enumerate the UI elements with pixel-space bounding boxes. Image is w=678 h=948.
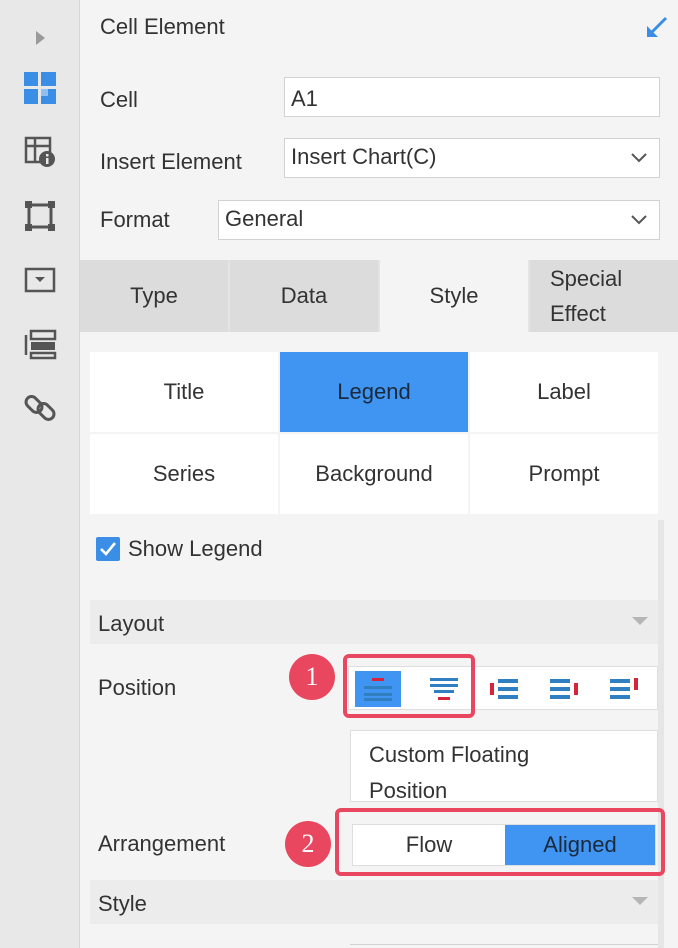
legend-right-icon[interactable] [541,671,587,707]
subtab-background[interactable]: Background [280,434,468,514]
tab-type[interactable]: Type [80,260,228,332]
style-section-header[interactable]: Style [90,880,658,924]
tab-special-effect-line1: Special [550,266,623,291]
style-subtabs: Title Legend Label Series Background Pro… [90,352,660,514]
component-icon[interactable] [20,324,60,364]
float-element-icon[interactable] [20,196,60,236]
position-label: Position [98,675,177,700]
scrollbar[interactable] [658,520,664,948]
chevron-down-icon[interactable] [619,139,659,177]
cell-input[interactable]: A1 [284,77,660,117]
layout-section-title: Layout [98,611,165,636]
insert-element-value: Insert Chart(C) [291,144,437,169]
highlight-box-1 [343,654,475,718]
subtab-label[interactable]: Label [470,352,658,432]
annotation-badge-1: 1 [289,654,335,700]
subtab-series[interactable]: Series [90,434,278,514]
cell-label: Cell [100,87,138,112]
tab-special-effect[interactable]: Special Effect [530,260,678,332]
chevron-down-icon[interactable] [619,201,659,239]
collapse-arrow-icon[interactable] [644,14,670,46]
tab-special-effect-line2: Effect [550,301,606,326]
tab-data[interactable]: Data [230,260,378,332]
panel-title: Cell Element [100,14,225,39]
cell-element-icon[interactable] [20,68,60,108]
tab-style[interactable]: Style [380,260,528,332]
show-legend-label: Show Legend [128,536,263,561]
chevron-down-icon [632,897,648,905]
insert-element-select[interactable]: Insert Chart(C) [284,138,660,178]
arrangement-label: Arrangement [98,831,226,856]
hyperlink-icon[interactable] [20,388,60,428]
format-select[interactable]: General [218,200,660,240]
cell-attribute-icon[interactable] [20,132,60,172]
subtab-legend[interactable]: Legend [280,352,468,432]
cell-element-panel: Cell Element Cell A1 Insert Element Inse… [80,0,678,948]
layout-section-header[interactable]: Layout [90,600,658,644]
highlight-box-2 [335,808,665,876]
annotation-badge-2: 2 [285,821,331,867]
custom-floating-line2: Position [369,778,448,803]
custom-floating-line1: Custom Floating [369,742,530,767]
legend-top-right-icon[interactable] [601,671,647,707]
widget-icon[interactable] [20,260,60,300]
checkmark-icon [100,542,117,556]
left-rail [0,0,80,948]
show-legend-checkbox[interactable] [96,537,120,561]
format-label: Format [100,207,170,232]
insert-element-label: Insert Element [100,149,242,174]
custom-floating-position-button[interactable]: Custom Floating Position [350,730,658,803]
show-legend-row[interactable]: Show Legend [96,534,263,564]
subtab-prompt[interactable]: Prompt [470,434,658,514]
style-section-title: Style [98,891,147,916]
subtab-title[interactable]: Title [90,352,278,432]
chevron-down-icon [632,617,648,625]
panel-header: Cell Element [80,0,678,58]
expand-arrow-icon[interactable] [20,18,60,58]
style-field-partial [350,944,658,948]
format-value: General [225,206,304,231]
legend-left-icon[interactable] [481,671,527,707]
tab-bar: Type Data Style Special Effect [80,260,678,332]
